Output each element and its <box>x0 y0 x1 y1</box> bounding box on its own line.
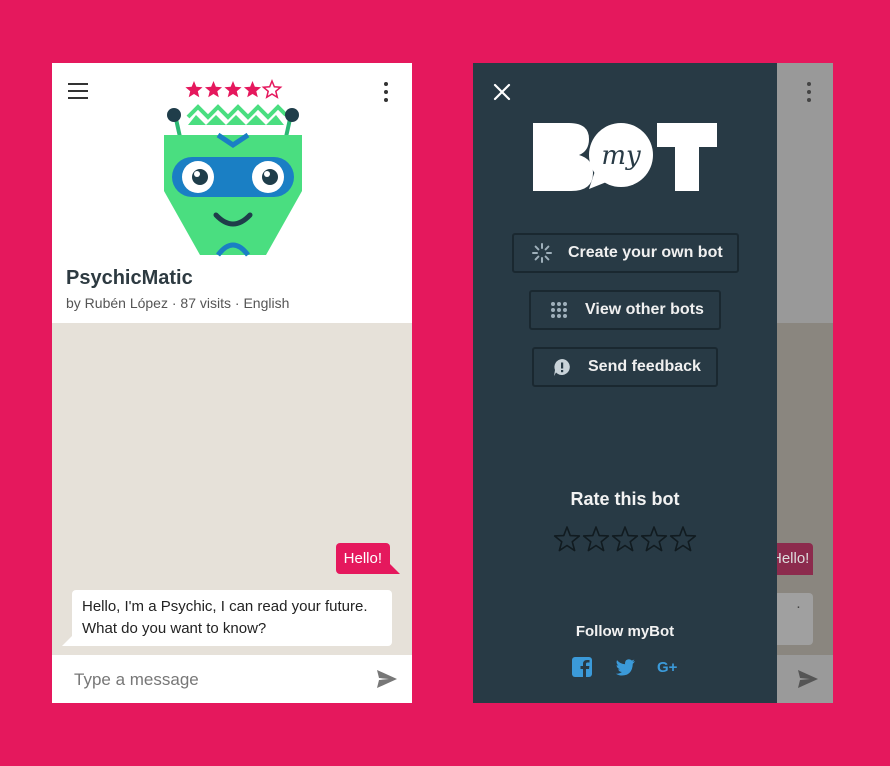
twitter-icon[interactable] <box>614 656 636 678</box>
message-input[interactable] <box>72 665 356 695</box>
send-icon <box>798 670 818 688</box>
rating-star-icon <box>261 79 283 99</box>
spinner-icon <box>532 243 552 263</box>
chat-messages: Hello! Hello, I'm a Psychic, I can read … <box>52 323 412 655</box>
rating-star-icon <box>243 81 262 98</box>
view-bots-label: View other bots <box>585 301 704 318</box>
send-icon[interactable] <box>376 669 398 689</box>
rate-stars <box>553 525 699 555</box>
mybot-logo: my <box>533 123 717 191</box>
send-feedback-label: Send feedback <box>588 358 701 375</box>
rate-star-icon[interactable] <box>669 525 697 553</box>
chat-screen: PsychicMatic by Rubén López · 87 visits … <box>52 63 412 703</box>
rate-star-icon[interactable] <box>553 525 581 553</box>
close-icon[interactable] <box>493 83 511 101</box>
rating-star-icon <box>185 81 203 98</box>
create-bot-button[interactable]: Create your own bot <box>512 233 739 273</box>
side-drawer: my Create your own bot View other bots S… <box>473 63 777 703</box>
rating-star-icon <box>224 81 242 98</box>
user-message: Hello! <box>335 543 401 574</box>
bot-rating-stars <box>185 79 283 99</box>
menu-screen: Hello! . my <box>473 63 833 703</box>
logo-my-text: my <box>601 141 641 171</box>
bot-visits: 87 visits <box>180 295 231 311</box>
create-bot-label: Create your own bot <box>568 244 723 261</box>
grid-icon <box>551 302 567 318</box>
bot-author: by Rubén López <box>66 295 168 311</box>
bot-language: English <box>243 295 290 311</box>
message-input-bar <box>52 655 412 703</box>
dimmed-user-message: Hello! <box>777 543 813 575</box>
bot-message: Hello, I'm a Psychic, I can read your fu… <box>62 590 392 646</box>
bot-name: PsychicMatic <box>66 267 193 289</box>
bot-header: PsychicMatic by Rubén López · 87 visits … <box>52 63 412 323</box>
rating-star-icon <box>204 81 223 98</box>
rate-star-icon[interactable] <box>582 525 610 553</box>
rate-title: Rate this bot <box>570 489 680 509</box>
svg-text:G+: G+ <box>657 659 678 676</box>
bot-meta: by Rubén López · 87 visits · English <box>66 295 290 311</box>
bot-avatar <box>164 79 302 257</box>
follow-title: Follow myBot <box>575 623 675 640</box>
dimmed-bot-message: . <box>777 593 813 645</box>
rate-star-icon[interactable] <box>611 525 639 553</box>
view-bots-button[interactable]: View other bots <box>529 290 721 330</box>
google-plus-icon[interactable]: G+ <box>657 656 679 678</box>
feedback-icon <box>554 359 570 376</box>
send-feedback-button[interactable]: Send feedback <box>532 347 718 387</box>
more-options-icon[interactable] <box>806 82 812 102</box>
facebook-icon[interactable] <box>571 656 593 678</box>
rate-star-icon[interactable] <box>640 525 668 553</box>
more-options-icon[interactable] <box>383 82 389 102</box>
hamburger-menu-icon[interactable] <box>68 83 88 99</box>
